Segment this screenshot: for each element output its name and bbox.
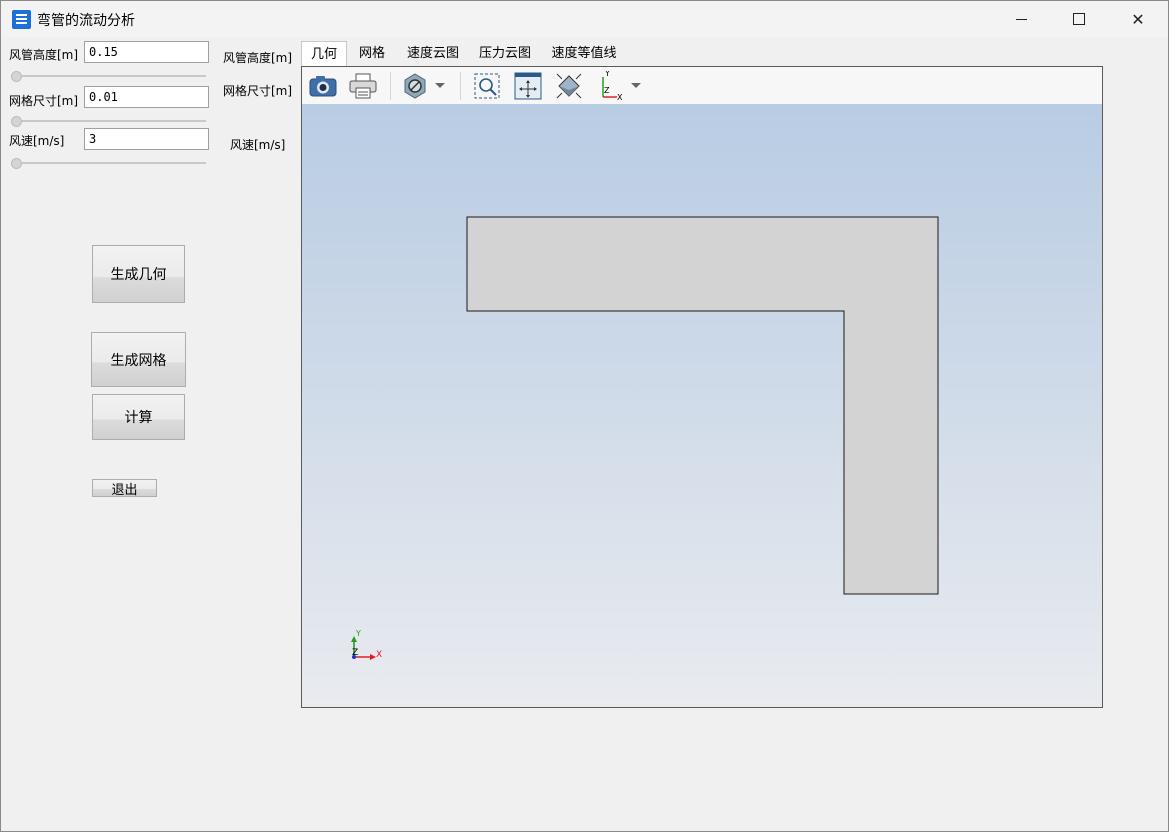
duct-height-input[interactable]: 0.15 <box>84 41 209 63</box>
zoom-box-icon[interactable] <box>472 71 502 101</box>
tab-velocity-isolines[interactable]: 速度等值线 <box>547 41 621 66</box>
triad-z-label: Z <box>352 648 358 658</box>
generate-geometry-button[interactable]: 生成几何 <box>92 245 185 303</box>
tab-pressure-contour[interactable]: 压力云图 <box>473 41 537 66</box>
fit-all-icon[interactable] <box>513 71 543 101</box>
close-icon: ✕ <box>1131 9 1145 29</box>
close-button[interactable]: ✕ <box>1109 1 1167 37</box>
generate-mesh-button[interactable]: 生成网格 <box>91 332 186 387</box>
axis-triad: Y Z X <box>351 629 382 660</box>
slider-thumb[interactable] <box>11 116 22 127</box>
print-icon[interactable] <box>347 71 379 101</box>
svg-text:Y: Y <box>604 71 610 78</box>
render-canvas[interactable]: Y Z X <box>302 104 1102 707</box>
tab-velocity-contour[interactable]: 速度云图 <box>401 41 465 66</box>
mesh-size-label: 网格尺寸[m] <box>9 94 79 108</box>
exit-button[interactable]: 退出 <box>92 479 157 498</box>
slider-thumb[interactable] <box>11 158 22 169</box>
viewer-toolbar: Y Z X <box>302 67 1102 105</box>
mesh-size-side-label: 网格尺寸[m] <box>223 84 293 98</box>
duct-height-side-label: 风管高度[m] <box>223 51 293 65</box>
wind-speed-input[interactable]: 3 <box>84 128 209 150</box>
duct-height-slider[interactable] <box>11 70 206 82</box>
main-window: 弯管的流动分析 ✕ 风管高度[m] 0.15 网格尺寸[m] 0.01 风速[m… <box>0 0 1169 832</box>
window-title: 弯管的流动分析 <box>37 13 135 29</box>
svg-text:Z: Z <box>604 86 610 95</box>
wind-speed-side-label: 风速[m/s] <box>230 138 286 152</box>
svg-text:X: X <box>617 93 623 101</box>
mesh-size-input[interactable]: 0.01 <box>84 86 209 108</box>
geometry-viewer: Y Z X Y Z X <box>301 66 1103 708</box>
display-mode-icon[interactable] <box>400 71 448 101</box>
triad-y-label: Y <box>355 629 361 638</box>
minimize-icon <box>1015 18 1027 20</box>
tab-geometry[interactable]: 几何 <box>301 41 347 66</box>
app-icon <box>12 10 31 29</box>
triad-x-label: X <box>376 650 382 660</box>
elbow-duct-geometry <box>466 216 939 595</box>
axes-view-icon[interactable]: Y Z X <box>596 71 644 101</box>
iso-view-icon[interactable] <box>554 71 584 101</box>
duct-height-label: 风管高度[m] <box>9 48 79 62</box>
wind-speed-slider[interactable] <box>11 157 206 169</box>
tab-mesh[interactable]: 网格 <box>351 41 393 66</box>
compute-button[interactable]: 计算 <box>92 394 185 440</box>
wind-speed-label: 风速[m/s] <box>9 134 65 148</box>
maximize-button[interactable] <box>1050 1 1108 37</box>
camera-icon[interactable] <box>307 71 339 101</box>
minimize-button[interactable] <box>992 1 1050 37</box>
mesh-size-slider[interactable] <box>11 115 206 127</box>
maximize-icon <box>1073 13 1085 25</box>
slider-thumb[interactable] <box>11 71 22 82</box>
title-bar[interactable]: 弯管的流动分析 ✕ <box>1 1 1168 37</box>
